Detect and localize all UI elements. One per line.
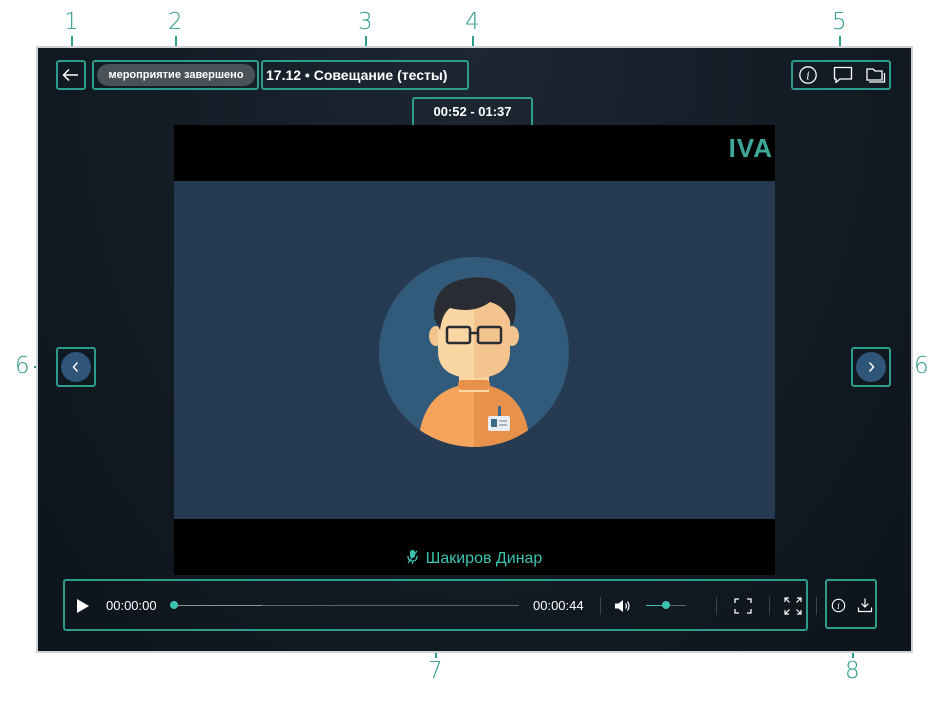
callout-4: 4 bbox=[465, 9, 480, 35]
svg-text:i: i bbox=[837, 602, 840, 612]
folder-icon[interactable] bbox=[865, 65, 887, 85]
separator bbox=[816, 597, 817, 615]
current-time: 00:00:00 bbox=[106, 598, 157, 613]
fullscreen-icon[interactable] bbox=[734, 598, 752, 614]
info-icon[interactable]: i bbox=[798, 65, 818, 85]
separator bbox=[769, 597, 770, 615]
expand-icon[interactable] bbox=[784, 597, 802, 615]
progress-handle[interactable] bbox=[170, 601, 178, 609]
volume-icon[interactable] bbox=[614, 598, 632, 614]
callout-7: 7 bbox=[428, 658, 443, 684]
download-icon[interactable] bbox=[857, 597, 873, 613]
volume-handle[interactable] bbox=[662, 601, 670, 609]
meeting-title: 17.12 • Совещание (тесты) bbox=[266, 67, 448, 83]
callout-1: 1 bbox=[64, 9, 79, 35]
callout-6-right: 6 bbox=[914, 353, 929, 379]
play-icon[interactable] bbox=[76, 598, 90, 614]
separator bbox=[716, 597, 717, 615]
iva-logo: IVA bbox=[728, 133, 773, 163]
status-badge: мероприятие завершено bbox=[97, 64, 255, 86]
user-avatar bbox=[379, 257, 569, 447]
time-range: 00:52 - 01:37 bbox=[433, 103, 512, 119]
info-icon[interactable]: i bbox=[831, 598, 846, 613]
duration: 00:00:44 bbox=[533, 598, 584, 613]
chevron-right-icon bbox=[868, 362, 875, 372]
separator bbox=[600, 597, 601, 615]
chevron-left-icon bbox=[72, 362, 79, 372]
svg-text:i: i bbox=[806, 70, 810, 83]
callout-5: 5 bbox=[832, 9, 847, 35]
arrow-left-icon bbox=[62, 68, 78, 82]
video-stage bbox=[174, 181, 775, 519]
chat-icon[interactable] bbox=[832, 65, 854, 85]
speaker-caption: Шакиров Динар bbox=[174, 549, 775, 568]
callout-6-left: 6 bbox=[15, 353, 30, 379]
back-button[interactable] bbox=[56, 60, 86, 90]
callout-2: 2 bbox=[168, 9, 183, 35]
speaker-name: Шакиров Динар bbox=[425, 550, 543, 567]
video-area[interactable]: IVA Шакиров Динар bbox=[174, 125, 775, 575]
progress-track[interactable] bbox=[174, 605, 519, 606]
callout-8: 8 bbox=[845, 658, 860, 684]
prev-button[interactable] bbox=[61, 352, 91, 382]
microphone-icon bbox=[407, 550, 418, 564]
buffered-bar bbox=[174, 605, 262, 606]
callout-3: 3 bbox=[358, 9, 373, 35]
next-button[interactable] bbox=[856, 352, 886, 382]
